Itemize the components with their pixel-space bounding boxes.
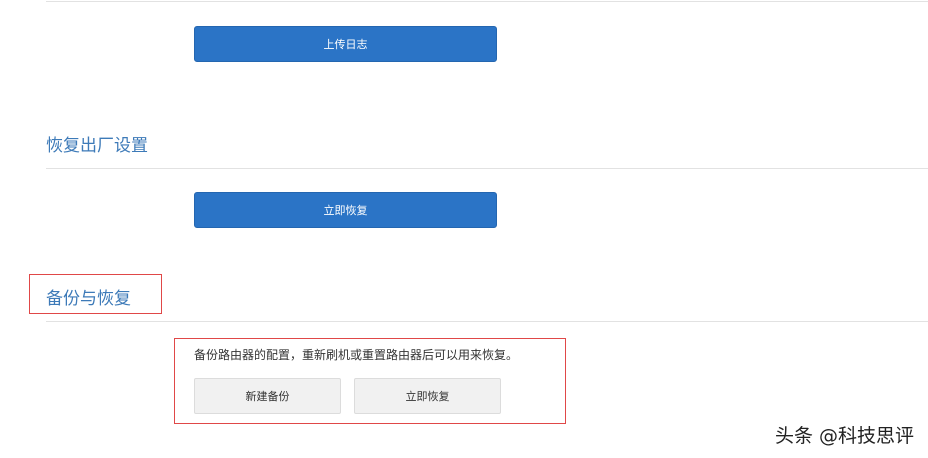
backup-description: 备份路由器的配置，重新刷机或重置路由器后可以用来恢复。 xyxy=(194,348,519,362)
new-backup-button[interactable]: 新建备份 xyxy=(194,378,341,414)
top-divider xyxy=(46,1,928,2)
backup-restore-divider xyxy=(46,321,928,322)
factory-reset-divider xyxy=(46,168,928,169)
upload-log-button[interactable]: 上传日志 xyxy=(194,26,497,62)
factory-reset-title: 恢复出厂设置 xyxy=(46,136,148,156)
backup-restore-title: 备份与恢复 xyxy=(46,289,131,309)
watermark-text: 头条 @科技思评 xyxy=(774,425,914,447)
restore-now-button[interactable]: 立即恢复 xyxy=(354,378,501,414)
factory-reset-button[interactable]: 立即恢复 xyxy=(194,192,497,228)
